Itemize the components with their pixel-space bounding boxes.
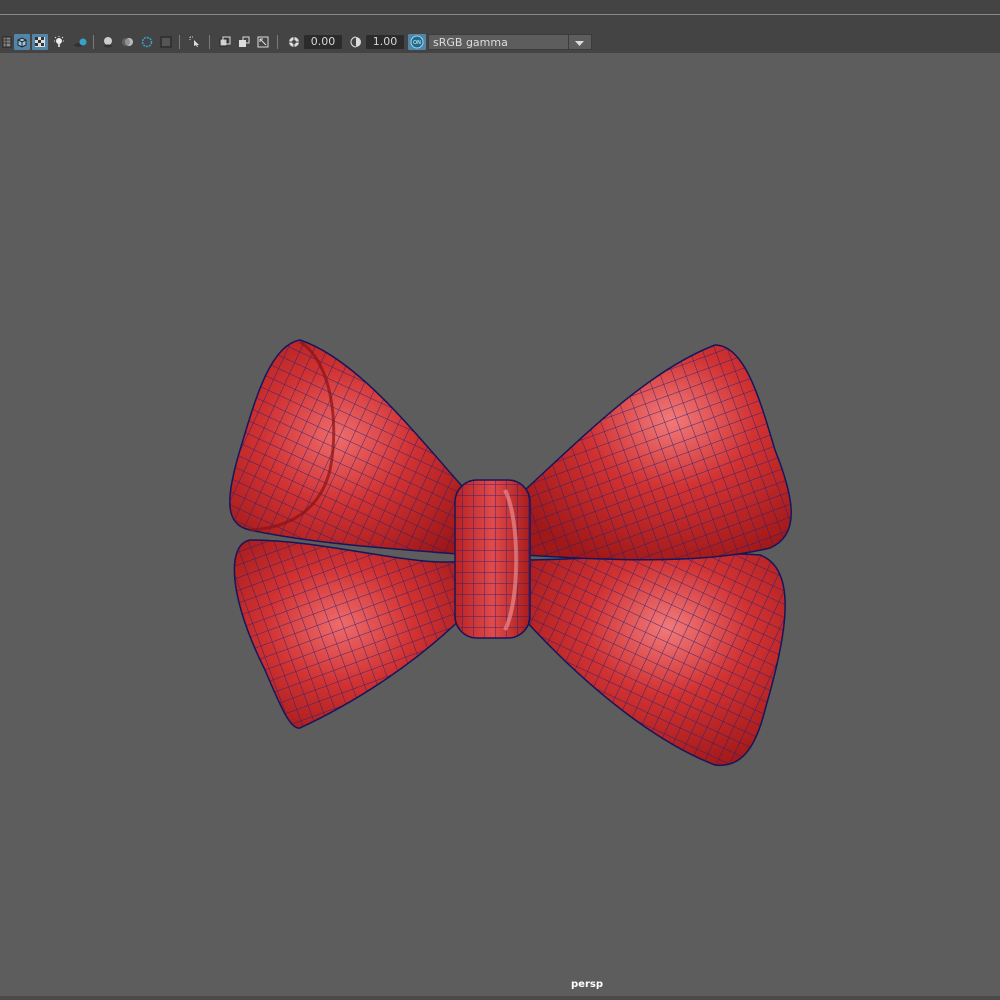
exposure-field[interactable]: 0.00 xyxy=(304,35,342,49)
viewport-bottom-border xyxy=(0,996,1000,1000)
depth-of-field-icon[interactable] xyxy=(159,34,173,50)
texture-icon[interactable] xyxy=(32,34,48,50)
toolbar-separator xyxy=(209,35,210,49)
bow-upper-left-loop xyxy=(229,339,471,556)
toolbar-separator xyxy=(93,35,94,49)
bow-upper-right-loop xyxy=(524,344,792,561)
lights-icon[interactable] xyxy=(52,34,66,50)
wireframe-shaded-icon[interactable] xyxy=(14,34,30,50)
perspective-viewport[interactable] xyxy=(0,54,1000,996)
toolbar-separator xyxy=(179,35,180,49)
color-space-dropdown[interactable]: sRGB gamma xyxy=(428,34,592,50)
antialias-icon[interactable] xyxy=(140,34,154,50)
gamma-field[interactable]: 1.00 xyxy=(366,35,404,49)
color-space-label: sRGB gamma xyxy=(433,36,508,49)
toolbar-separator xyxy=(277,35,278,49)
xray-joint-icon[interactable] xyxy=(0,34,14,50)
chevron-down-icon xyxy=(568,35,591,49)
motion-blur-icon[interactable] xyxy=(121,34,135,50)
exposure-icon[interactable] xyxy=(287,34,301,50)
ambient-occlusion-icon[interactable] xyxy=(101,34,115,50)
resolution-gate-icon[interactable] xyxy=(256,34,270,50)
svg-text:ON: ON xyxy=(413,40,421,46)
isolate-select-icon[interactable] xyxy=(188,34,202,50)
grid-icon[interactable] xyxy=(237,34,251,50)
bow-lower-left-loop xyxy=(233,539,471,729)
camera-name-label: persp xyxy=(571,979,603,990)
xray-icon[interactable] xyxy=(218,34,232,50)
menu-bar xyxy=(0,0,1000,15)
gamma-icon[interactable] xyxy=(349,34,363,50)
bow-model[interactable] xyxy=(0,54,1000,996)
bow-center-knot xyxy=(454,479,531,639)
shadows-icon[interactable] xyxy=(72,34,90,50)
bow-lower-right-loop xyxy=(524,552,786,767)
color-management-icon[interactable]: ON xyxy=(408,34,426,50)
